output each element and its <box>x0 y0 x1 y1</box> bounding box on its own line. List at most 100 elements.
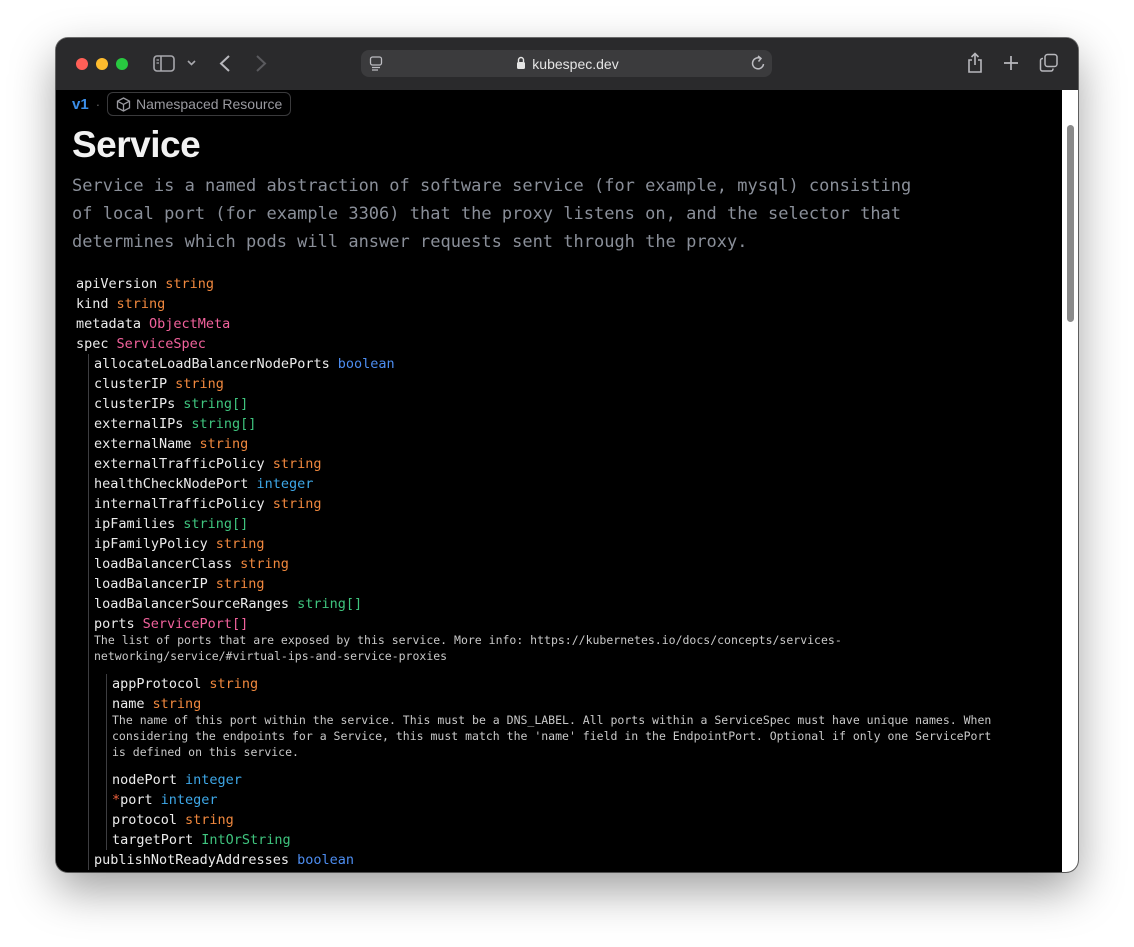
field-type: string <box>209 676 259 692</box>
scrollbar-thumb[interactable] <box>1067 125 1074 322</box>
field-name: spec <box>76 336 109 352</box>
field-name: metadata <box>76 316 142 332</box>
field-type: string <box>175 376 224 392</box>
field-row[interactable]: appProtocol string <box>112 674 1036 694</box>
field-type[interactable]: IntOrString <box>201 832 290 848</box>
field-name: externalIPs <box>94 416 184 432</box>
url-text[interactable]: kubespec.dev <box>361 56 772 72</box>
page-content: v1 · Namespaced Resource Service Service… <box>56 90 1062 872</box>
field-name: externalName <box>94 436 192 452</box>
field-description: The name of this port within the service… <box>112 713 992 759</box>
description-line: Service is a named abstraction of softwa… <box>72 176 912 196</box>
field-type: string <box>152 696 202 712</box>
field-name: loadBalancerClass <box>94 556 233 572</box>
field-tree: apiVersion string kind string metadata Obje… <box>76 274 1036 870</box>
field-type: boolean <box>297 852 354 868</box>
field-type: integer <box>185 772 242 788</box>
field-row[interactable]: allocateLoadBalancerNodePorts boolean <box>94 354 1036 374</box>
field-row[interactable]: ports ServicePort[] <box>94 614 1036 634</box>
field-type: string <box>272 456 322 472</box>
api-version-link[interactable]: v1 <box>72 96 89 113</box>
resource-description: Service is a named abstraction of softwa… <box>72 172 972 256</box>
field-type: string <box>240 556 289 572</box>
field-row[interactable]: loadBalancerIP string <box>94 574 1036 594</box>
field-row[interactable]: protocol string <box>112 810 1036 830</box>
field-name: nodePort <box>112 772 178 788</box>
field-type[interactable]: ServiceSpec <box>117 336 206 352</box>
page-title: Service <box>72 124 201 165</box>
spec-children: allocateLoadBalancerNodePorts boolean clu… <box>88 354 1036 870</box>
close-window-button[interactable] <box>76 58 88 70</box>
badge-label: Namespaced Resource <box>136 96 283 112</box>
description-line: determines which pods will answer reques… <box>72 232 748 252</box>
new-tab-icon[interactable] <box>1003 55 1019 71</box>
field-row[interactable]: loadBalancerClass string <box>94 554 1036 574</box>
field-type: integer <box>256 476 314 492</box>
field-row[interactable]: healthCheckNodePort integer <box>94 474 1036 494</box>
field-name: ipFamilyPolicy <box>94 536 208 552</box>
field-row[interactable]: loadBalancerSourceRanges string[] <box>94 594 1036 614</box>
field-row[interactable]: kind string <box>76 294 1036 314</box>
required-marker: * <box>112 792 121 808</box>
namespaced-resource-badge: Namespaced Resource <box>107 92 292 116</box>
field-row[interactable]: spec ServiceSpec <box>76 334 1036 354</box>
field-name: healthCheckNodePort <box>94 476 249 492</box>
resource-meta: v1 · Namespaced Resource <box>72 92 292 116</box>
share-icon[interactable] <box>966 52 984 74</box>
field-name: loadBalancerSourceRanges <box>94 596 290 612</box>
back-icon[interactable] <box>219 54 231 73</box>
field-row[interactable]: nodePort integer <box>112 770 1036 790</box>
field-type: string <box>215 536 265 552</box>
field-row[interactable]: clusterIP string <box>94 374 1036 394</box>
field-name: apiVersion <box>76 276 158 292</box>
field-name: name <box>112 696 145 712</box>
field-type[interactable]: ServicePort[] <box>143 616 249 632</box>
field-type: boolean <box>337 356 395 372</box>
field-name: appProtocol <box>112 676 202 692</box>
field-name: ports <box>94 616 135 632</box>
sidebar-icon[interactable] <box>153 55 175 72</box>
field-row[interactable]: publishNotReadyAddresses boolean <box>94 850 1036 870</box>
field-type: string <box>199 436 249 452</box>
zoom-window-button[interactable] <box>116 58 128 70</box>
description-line: of local port (for example 3306) that th… <box>72 204 902 224</box>
field-row[interactable]: metadata ObjectMeta <box>76 314 1036 334</box>
field-type: integer <box>160 792 218 808</box>
field-row[interactable]: targetPort IntOrString <box>112 830 1036 850</box>
scrollbar[interactable] <box>1062 90 1078 872</box>
field-row[interactable]: ipFamilyPolicy string <box>94 534 1036 554</box>
field-row[interactable]: clusterIPs string[] <box>94 394 1036 414</box>
field-name: allocateLoadBalancerNodePorts <box>94 356 330 372</box>
field-name: kind <box>76 296 109 312</box>
field-type: string <box>215 576 265 592</box>
field-row[interactable]: name string <box>112 694 1036 714</box>
field-type: string <box>165 276 215 292</box>
field-name: targetPort <box>112 832 194 848</box>
browser-window: kubespec.dev v1 · Namespaced Resource Se… <box>56 38 1078 872</box>
field-row[interactable]: externalIPs string[] <box>94 414 1036 434</box>
field-type: string[] <box>297 596 363 612</box>
field-row[interactable]: externalTrafficPolicy string <box>94 454 1036 474</box>
field-type[interactable]: ObjectMeta <box>149 316 230 332</box>
address-bar[interactable]: kubespec.dev <box>361 50 772 77</box>
minimize-window-button[interactable] <box>96 58 108 70</box>
field-row[interactable]: *port integer <box>112 790 1036 810</box>
forward-icon[interactable] <box>255 54 267 73</box>
field-name: clusterIPs <box>94 396 176 412</box>
field-name: ipFamilies <box>94 516 176 532</box>
reload-icon[interactable] <box>751 55 766 71</box>
field-type: string[] <box>183 396 249 412</box>
field-type: string[] <box>191 416 257 432</box>
field-row[interactable]: internalTrafficPolicy string <box>94 494 1036 514</box>
tabs-icon[interactable] <box>1039 53 1059 73</box>
field-name: publishNotReadyAddresses <box>94 852 290 868</box>
title-bar: kubespec.dev <box>56 38 1078 91</box>
field-row[interactable]: ipFamilies string[] <box>94 514 1036 534</box>
field-name: internalTrafficPolicy <box>94 496 265 512</box>
field-description: The list of ports that are exposed by th… <box>94 633 842 663</box>
separator-dot: · <box>95 96 101 112</box>
field-row[interactable]: apiVersion string <box>76 274 1036 294</box>
field-name: loadBalancerIP <box>94 576 208 592</box>
chevron-down-icon[interactable] <box>187 60 196 66</box>
field-row[interactable]: externalName string <box>94 434 1036 454</box>
